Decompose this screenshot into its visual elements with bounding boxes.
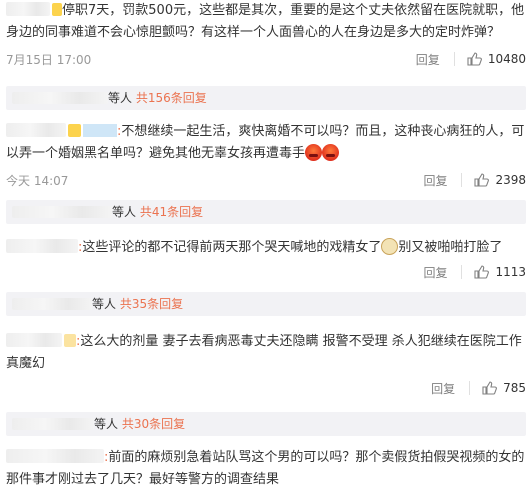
thumbs-up-icon — [482, 381, 498, 395]
user-badge — [52, 3, 62, 16]
like-button[interactable]: 10480 — [467, 52, 526, 66]
username-blurred[interactable] — [6, 333, 62, 347]
thumbs-up-icon — [467, 52, 482, 66]
more-replies-link[interactable]: 共156条回复 — [136, 91, 207, 105]
divider — [461, 173, 463, 187]
comment-text: 这么大的剂量 妻子去看病恶毒丈夫还隐瞒 报警不受理 杀人犯继续在医院工作 真魔幻 — [6, 334, 522, 371]
thumbs-up-icon — [474, 173, 490, 187]
comment-text: 这些评论的都不记得前两天那个哭天喊地的戏精女了 — [82, 240, 382, 255]
more-replies-link[interactable]: 共35条回复 — [120, 297, 183, 311]
reply-thread-summary: 等人 共30条回复 — [6, 412, 526, 436]
comment-4: :这么大的剂量 妻子去看病恶毒丈夫还隐瞒 报警不受理 杀人犯继续在医院工作 真魔… — [6, 333, 526, 397]
more-replies-link[interactable]: 共30条回复 — [122, 417, 185, 431]
username-blurred[interactable] — [6, 239, 78, 253]
reply-button[interactable]: 回复 — [416, 51, 440, 68]
reply-thread-summary: 等人 共41条回复 — [6, 200, 526, 224]
comment-2: :不想继续一起生活，爽快离婚不可以吗？而且，这种丧心病狂的人，可以弄一个婚姻黑名… — [6, 123, 526, 189]
like-count: 785 — [503, 381, 526, 395]
like-count: 10480 — [487, 52, 526, 66]
like-button[interactable]: 785 — [482, 381, 526, 395]
reply-thread-summary: 等人 共156条回复 — [6, 86, 526, 110]
divider — [453, 52, 455, 66]
username-blurred[interactable] — [6, 449, 104, 463]
username-blurred[interactable] — [6, 123, 66, 137]
user-badge — [68, 124, 81, 137]
comment-time: 今天 14:07 — [6, 173, 69, 188]
comment-3: :这些评论的都不记得前两天那个哭天喊地的戏精女了 别又被啪啪打脸了 回复 1113 — [0, 237, 532, 283]
username-blurred[interactable] — [6, 2, 50, 16]
reply-button[interactable]: 回复 — [423, 264, 447, 281]
comment-text: 停职7天，罚款500元，这些都是其次，重要的是这个丈夫依然留在医院就职，他身边的… — [6, 3, 525, 40]
reply-button[interactable]: 回复 — [431, 380, 455, 397]
replier-names-blurred — [12, 298, 92, 310]
thumbs-up-icon — [474, 265, 490, 279]
replier-names-blurred — [12, 92, 108, 104]
divider — [469, 381, 471, 395]
like-count: 2398 — [495, 173, 526, 187]
user-badge — [64, 334, 76, 347]
replier-names-blurred — [12, 206, 112, 218]
comment-1: 停职7天，罚款500元，这些都是其次，重要的是这个丈夫依然留在医院就职，他身边的… — [0, 0, 532, 70]
like-count: 1113 — [495, 265, 526, 279]
comment-5: :前面的麻烦别急着站队骂这个男的可以吗？那个卖假货拍假哭视频的女的那件事才刚过去… — [6, 449, 525, 487]
comment-text-cont: 别又被啪啪打脸了 — [398, 240, 503, 255]
comment-time: 7月15日 17:00 — [6, 52, 92, 67]
reply-button[interactable]: 回复 — [423, 172, 447, 189]
like-button[interactable]: 2398 — [474, 173, 526, 187]
reply-thread-summary: 等人 共35条回复 — [6, 292, 526, 316]
like-button[interactable]: 1113 — [474, 265, 526, 279]
doge-face-icon — [381, 238, 399, 255]
divider — [461, 265, 463, 279]
more-replies-link[interactable]: 共41条回复 — [140, 205, 203, 219]
angry-face-icon — [305, 144, 323, 161]
user-badge-blue — [83, 124, 117, 137]
replier-names-blurred — [12, 418, 94, 430]
angry-face-icon — [322, 144, 340, 161]
